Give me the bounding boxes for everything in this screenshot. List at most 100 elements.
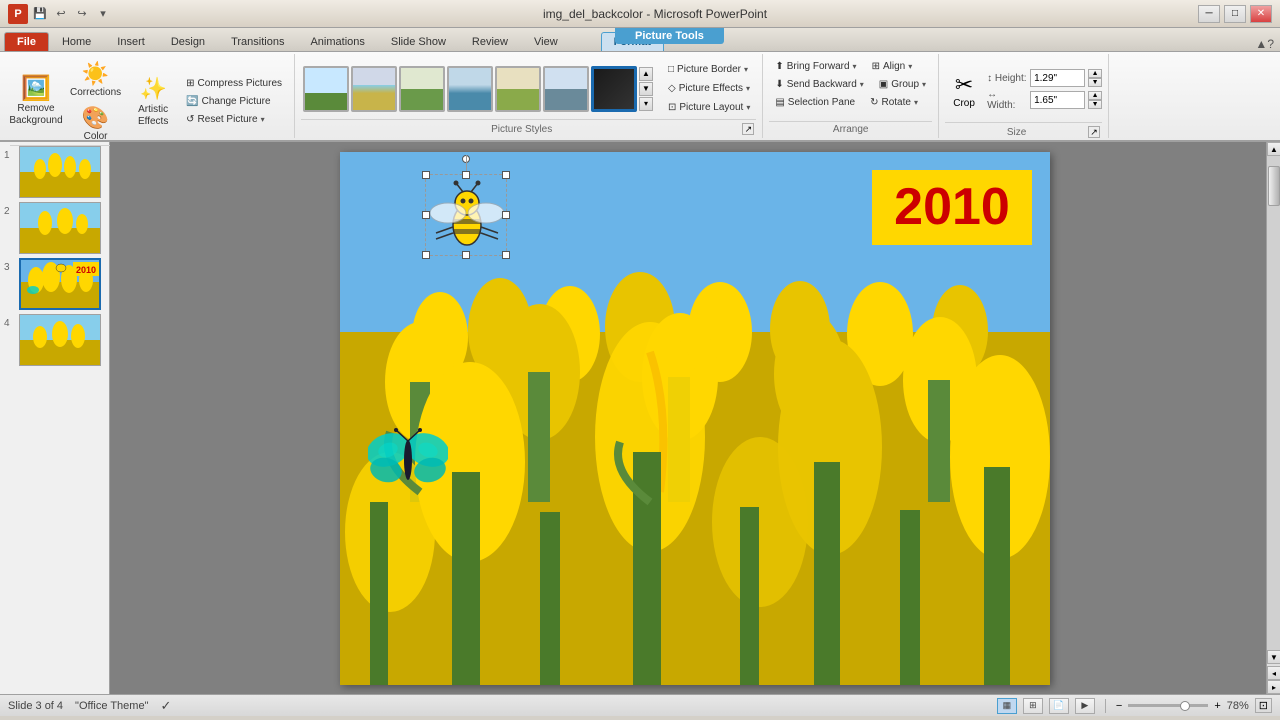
zoom-thumb[interactable]: [1180, 701, 1190, 711]
close-btn[interactable]: ✕: [1250, 5, 1272, 23]
fit-slide-btn[interactable]: ⊡: [1255, 698, 1272, 713]
gallery-scroll-up-btn[interactable]: ▲: [639, 67, 653, 81]
picture-style-5[interactable]: [495, 66, 541, 112]
width-up-btn[interactable]: ▲: [1088, 91, 1102, 100]
zoom-slider[interactable]: [1128, 704, 1208, 707]
group-btn[interactable]: ▣ Group ▾: [873, 76, 932, 93]
slide-info: Slide 3 of 4: [8, 700, 63, 712]
width-input[interactable]: [1030, 91, 1085, 109]
handle-mr[interactable]: [502, 211, 510, 219]
change-picture-btn[interactable]: 🔄 Change Picture: [180, 93, 288, 110]
zoom-out-btn[interactable]: −: [1116, 700, 1122, 712]
picture-style-3[interactable]: [399, 66, 445, 112]
handle-tm[interactable]: [462, 171, 470, 179]
spell-check-icon[interactable]: ✓: [160, 698, 171, 714]
slide-show-btn[interactable]: ▶: [1075, 698, 1095, 714]
arrange-row1: ⬆ Bring Forward ▾ ⊞ Align ▾: [769, 58, 918, 75]
picture-style-6[interactable]: [543, 66, 589, 112]
save-quick-btn[interactable]: 💾: [31, 5, 49, 23]
remove-background-btn[interactable]: 🖼️ Remove Background: [10, 70, 62, 134]
color-btn[interactable]: 🎨 Color: [65, 102, 126, 145]
undo-btn[interactable]: ↩: [52, 5, 70, 23]
tab-design[interactable]: Design: [158, 32, 218, 51]
tab-insert[interactable]: Insert: [104, 32, 158, 51]
slide-thumb-3[interactable]: 3 2010: [4, 258, 105, 310]
corrections-btn[interactable]: ☀️ Corrections: [65, 58, 126, 101]
picture-style-2[interactable]: [351, 66, 397, 112]
scroll-thumb[interactable]: [1268, 166, 1280, 206]
vertical-scrollbar[interactable]: ▲ ▼ ◂ ▸: [1266, 142, 1280, 694]
tab-transitions[interactable]: Transitions: [218, 32, 297, 51]
crop-btn[interactable]: ✂ Crop: [945, 58, 983, 122]
tab-view[interactable]: View: [521, 32, 571, 51]
tab-slideshow[interactable]: Slide Show: [378, 32, 459, 51]
scroll-expand-down-btn[interactable]: ▸: [1267, 680, 1280, 694]
gallery-expand-btn[interactable]: ▾: [639, 97, 653, 111]
ribbon-group-adjust: 🖼️ Remove Background ☀️ Corrections 🎨 Co…: [4, 54, 295, 138]
send-backward-btn[interactable]: ⬇ Send Backward ▾: [769, 76, 869, 93]
align-btn[interactable]: ⊞ Align ▾: [866, 58, 919, 75]
slide-img-4: [19, 314, 101, 366]
corrections-label: Corrections: [70, 87, 121, 98]
compress-pictures-btn[interactable]: ⊞ Compress Pictures: [180, 75, 288, 92]
gallery-scroll-down-btn[interactable]: ▼: [639, 82, 653, 96]
size-inputs: ↕ Height: ▲ ▼ ↔ Width:: [987, 69, 1102, 111]
title-bar: P 💾 ↩ ↪ ▾ img_del_backcolor - Microsoft …: [0, 0, 1280, 28]
slide-thumb-2[interactable]: 2: [4, 202, 105, 254]
slide-img-1: [19, 146, 101, 198]
picture-styles-expand-btn[interactable]: ↗: [742, 123, 754, 135]
tab-animations[interactable]: Animations: [297, 32, 377, 51]
redo-btn[interactable]: ↪: [73, 5, 91, 23]
picture-effects-btn[interactable]: ◇ Picture Effects ▾: [662, 80, 756, 97]
help-btn[interactable]: ?: [1267, 37, 1274, 51]
handle-tr[interactable]: [502, 171, 510, 179]
adjust-small-btns: ☀️ Corrections 🎨 Color: [65, 58, 126, 145]
picture-style-7-selected[interactable]: [591, 66, 637, 112]
tab-review[interactable]: Review: [459, 32, 521, 51]
maximize-btn[interactable]: □: [1224, 5, 1246, 23]
picture-style-1[interactable]: [303, 66, 349, 112]
rotate-btn[interactable]: ↻ Rotate ▾: [864, 94, 924, 111]
ribbon-group-arrange: ⬆ Bring Forward ▾ ⊞ Align ▾ ⬇ Send Backw…: [763, 54, 939, 138]
size-expand-btn[interactable]: ↗: [1088, 126, 1100, 138]
bring-forward-btn[interactable]: ⬆ Bring Forward ▾: [769, 58, 862, 75]
tab-file[interactable]: File: [4, 32, 49, 51]
selected-bee-container[interactable]: [425, 174, 507, 256]
height-up-btn[interactable]: ▲: [1088, 69, 1102, 78]
svg-text:2010: 2010: [76, 265, 96, 275]
handle-br[interactable]: [502, 251, 510, 259]
reset-picture-btn[interactable]: ↺ Reset Picture ▾: [180, 111, 288, 128]
scroll-track: [1267, 156, 1280, 650]
height-input[interactable]: [1030, 69, 1085, 87]
scroll-down-btn[interactable]: ▼: [1267, 650, 1280, 664]
size-group-label: Size: [945, 125, 1088, 139]
height-down-btn[interactable]: ▼: [1088, 78, 1102, 87]
handle-ml[interactable]: [422, 211, 430, 219]
picture-border-btn[interactable]: □ Picture Border ▾: [662, 61, 756, 78]
slide-sorter-btn[interactable]: ⊞: [1023, 698, 1043, 714]
minimize-btn[interactable]: ─: [1198, 5, 1220, 23]
handle-bl[interactable]: [422, 251, 430, 259]
picture-layout-btn[interactable]: ⊡ Picture Layout ▾: [662, 99, 756, 116]
artistic-effects-btn[interactable]: ✨ Artistic Effects: [129, 73, 177, 131]
scroll-up-btn[interactable]: ▲: [1267, 142, 1280, 156]
width-down-btn[interactable]: ▼: [1088, 100, 1102, 109]
handle-tl[interactable]: [422, 171, 430, 179]
zoom-in-btn[interactable]: +: [1214, 700, 1220, 712]
slide-thumb-4[interactable]: 4: [4, 314, 105, 366]
normal-view-btn[interactable]: ▦: [997, 698, 1017, 714]
tab-home[interactable]: Home: [49, 32, 104, 51]
slides-panel: 1 2: [0, 142, 110, 694]
selection-pane-btn[interactable]: ▤ Selection Pane: [769, 94, 861, 111]
customize-qa-btn[interactable]: ▾: [94, 5, 112, 23]
border-dropdown-arrow: ▾: [744, 65, 748, 74]
picture-style-4[interactable]: [447, 66, 493, 112]
ribbon-minimize-btn[interactable]: ▲: [1255, 37, 1267, 51]
handle-bm[interactable]: [462, 251, 470, 259]
slide-thumb-1[interactable]: 1: [4, 146, 105, 198]
year-text-box[interactable]: 2010: [872, 170, 1032, 245]
scroll-expand-up-btn[interactable]: ◂: [1267, 666, 1280, 680]
picture-styles-content: ▲ ▼ ▾ □ Picture Border ▾ ◇ Picture Effec…: [301, 56, 756, 119]
remove-bg-label: Remove Background: [9, 103, 62, 127]
reading-view-btn[interactable]: 📄: [1049, 698, 1069, 714]
